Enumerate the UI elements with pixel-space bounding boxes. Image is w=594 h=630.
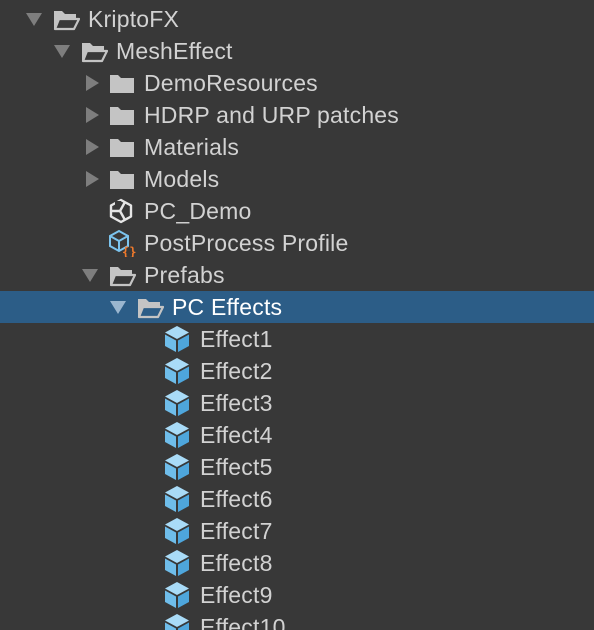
folder-open-icon bbox=[108, 263, 136, 287]
collapse-arrow-icon[interactable] bbox=[86, 75, 99, 91]
folder-icon bbox=[108, 71, 136, 95]
project-tree: KriptoFX MeshEffect DemoResources HDRP a… bbox=[0, 0, 594, 630]
tree-item-label: Materials bbox=[144, 134, 240, 160]
prefab-icon bbox=[163, 613, 191, 630]
collapse-arrow-icon[interactable] bbox=[86, 107, 99, 123]
prefab-icon bbox=[163, 549, 191, 577]
tree-item-effect[interactable]: Effect9 bbox=[0, 579, 594, 611]
tree-item-label: Effect8 bbox=[200, 550, 273, 576]
tree-item-effect[interactable]: Effect6 bbox=[0, 483, 594, 515]
tree-item-effect[interactable]: Effect5 bbox=[0, 451, 594, 483]
tree-item-label: PostProcess Profile bbox=[144, 230, 349, 256]
collapse-arrow-icon[interactable] bbox=[86, 139, 99, 155]
prefab-icon bbox=[163, 421, 191, 449]
tree-item-label: PC_Demo bbox=[144, 198, 252, 224]
prefab-icon bbox=[163, 325, 191, 353]
folder-open-icon bbox=[80, 39, 108, 63]
tree-item-label: Effect5 bbox=[200, 454, 273, 480]
folder-open-icon bbox=[52, 7, 80, 31]
tree-item-label: KriptoFX bbox=[88, 6, 180, 32]
expand-arrow-icon[interactable] bbox=[82, 269, 98, 282]
tree-item-materials[interactable]: Materials bbox=[0, 131, 594, 163]
tree-item-demoresources[interactable]: DemoResources bbox=[0, 67, 594, 99]
tree-item-effect[interactable]: Effect3 bbox=[0, 387, 594, 419]
tree-item-label: Effect1 bbox=[200, 326, 273, 352]
tree-item-label: Effect3 bbox=[200, 390, 273, 416]
prefab-icon bbox=[163, 581, 191, 609]
tree-item-label: Models bbox=[144, 166, 220, 192]
tree-item-hdrp-urp-patches[interactable]: HDRP and URP patches bbox=[0, 99, 594, 131]
tree-item-label: HDRP and URP patches bbox=[144, 102, 400, 128]
tree-item-label: Effect4 bbox=[200, 422, 273, 448]
scriptable-object-icon bbox=[108, 229, 136, 257]
tree-item-label: Effect6 bbox=[200, 486, 273, 512]
tree-item-label: Effect2 bbox=[200, 358, 273, 384]
tree-item-label: Prefabs bbox=[144, 262, 225, 288]
expand-arrow-icon[interactable] bbox=[54, 45, 70, 58]
tree-item-prefabs[interactable]: Prefabs bbox=[0, 259, 594, 291]
folder-icon bbox=[108, 135, 136, 159]
folder-icon bbox=[108, 103, 136, 127]
tree-item-effect[interactable]: Effect4 bbox=[0, 419, 594, 451]
tree-item-label: MeshEffect bbox=[116, 38, 233, 64]
prefab-icon bbox=[163, 453, 191, 481]
folder-icon bbox=[108, 167, 136, 191]
prefab-icon bbox=[163, 389, 191, 417]
tree-item-effect[interactable]: Effect7 bbox=[0, 515, 594, 547]
expand-arrow-icon[interactable] bbox=[110, 301, 126, 314]
unity-scene-icon bbox=[107, 197, 135, 225]
prefab-icon bbox=[163, 357, 191, 385]
tree-item-label: DemoResources bbox=[144, 70, 318, 96]
tree-item-label: PC Effects bbox=[172, 294, 283, 320]
collapse-arrow-icon[interactable] bbox=[86, 171, 99, 187]
tree-item-label: Effect9 bbox=[200, 582, 273, 608]
tree-item-kriptofx[interactable]: KriptoFX bbox=[0, 3, 594, 35]
prefab-icon bbox=[163, 517, 191, 545]
tree-item-models[interactable]: Models bbox=[0, 163, 594, 195]
tree-item-effect[interactable]: Effect10 bbox=[0, 611, 594, 630]
tree-item-pc-demo[interactable]: PC_Demo bbox=[0, 195, 594, 227]
prefab-icon bbox=[163, 485, 191, 513]
tree-item-label: Effect10 bbox=[200, 614, 286, 630]
tree-item-effect[interactable]: Effect2 bbox=[0, 355, 594, 387]
tree-item-pc-effects[interactable]: PC Effects bbox=[0, 291, 594, 323]
tree-item-mesheffect[interactable]: MeshEffect bbox=[0, 35, 594, 67]
tree-item-effect[interactable]: Effect8 bbox=[0, 547, 594, 579]
tree-item-label: Effect7 bbox=[200, 518, 273, 544]
tree-item-postprocess-profile[interactable]: PostProcess Profile bbox=[0, 227, 594, 259]
folder-open-icon bbox=[136, 295, 164, 319]
tree-item-effect[interactable]: Effect1 bbox=[0, 323, 594, 355]
expand-arrow-icon[interactable] bbox=[26, 13, 42, 26]
